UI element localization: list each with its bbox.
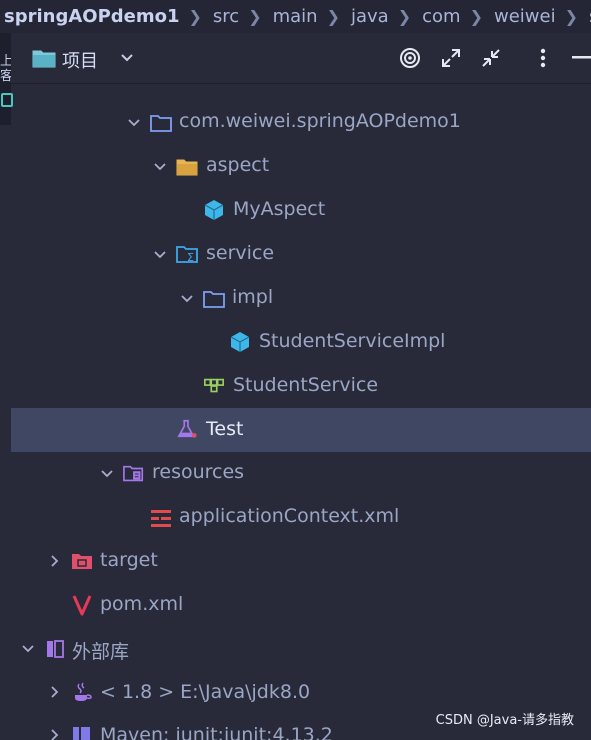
aspect-class-icon bbox=[203, 199, 225, 221]
breadcrumb-item-spr[interactable]: spr bbox=[587, 6, 591, 27]
chevron-right-icon: ❯ bbox=[248, 7, 262, 26]
maven-icon bbox=[71, 594, 93, 616]
tree-row-external-libraries[interactable]: 外部库 bbox=[11, 627, 591, 671]
breadcrumb-item-java[interactable]: java bbox=[349, 6, 389, 27]
chevron-right-icon: ❯ bbox=[188, 7, 202, 26]
tree-row-studentservice[interactable]: StudentService bbox=[11, 364, 591, 408]
expand-icon[interactable] bbox=[439, 46, 463, 70]
chevron-right-icon: ❯ bbox=[397, 7, 412, 26]
chevron-right-icon[interactable] bbox=[47, 684, 63, 700]
folder-icon bbox=[32, 48, 56, 72]
tree-label: StudentServiceImpl bbox=[259, 330, 446, 352]
breadcrumb-item-src[interactable]: src bbox=[211, 6, 239, 27]
package-folder-icon bbox=[150, 112, 172, 134]
collapse-icon[interactable] bbox=[479, 46, 503, 70]
tree-row-impl[interactable]: impl bbox=[11, 277, 591, 321]
svg-text:Σ: Σ bbox=[187, 251, 194, 264]
tree-label: Maven: junit:junit:4.13.2 bbox=[100, 724, 333, 740]
breadcrumb-item-main[interactable]: main bbox=[271, 6, 318, 27]
chevron-down-icon[interactable] bbox=[126, 115, 142, 131]
chevron-right-icon: ❯ bbox=[564, 7, 578, 26]
chevron-right-icon[interactable] bbox=[47, 727, 63, 740]
more-icon[interactable] bbox=[531, 46, 555, 70]
tree-label: 外部库 bbox=[72, 641, 130, 663]
resources-folder-icon bbox=[123, 463, 145, 485]
chevron-right-icon[interactable] bbox=[47, 553, 63, 569]
chevron-down-icon[interactable] bbox=[152, 247, 168, 263]
chevron-down-icon[interactable] bbox=[179, 291, 195, 307]
tree-row-test[interactable]: Test bbox=[11, 408, 591, 452]
tree-row-package[interactable]: com.weiwei.springAOPdemo1 bbox=[11, 101, 591, 145]
tree-label: applicationContext.xml bbox=[179, 505, 400, 527]
tree-label: < 1.8 > E:\Java\jdk8.0 bbox=[100, 681, 311, 703]
breadcrumb-item-project[interactable]: springAOPdemo1 bbox=[0, 6, 180, 27]
tree-row-pom[interactable]: pom.xml bbox=[11, 583, 591, 627]
breadcrumb-item-weiwei[interactable]: weiwei bbox=[492, 6, 556, 27]
chevron-down-icon[interactable] bbox=[20, 641, 36, 657]
minimize-icon[interactable] bbox=[569, 46, 591, 70]
left-tool-strip: 上 客 bbox=[0, 33, 13, 125]
chevron-down-icon[interactable] bbox=[120, 51, 134, 67]
tree-label: resources bbox=[152, 461, 245, 483]
tree-row-service[interactable]: Σ service bbox=[11, 233, 591, 277]
tree-row-myaspect[interactable]: MyAspect bbox=[11, 189, 591, 233]
service-folder-icon: Σ bbox=[176, 244, 198, 266]
tree-label: impl bbox=[232, 286, 274, 308]
tree-label: MyAspect bbox=[233, 198, 326, 220]
xml-file-icon bbox=[150, 507, 172, 529]
folder-icon bbox=[176, 156, 198, 178]
tree-row-applicationcontext[interactable]: applicationContext.xml bbox=[11, 496, 591, 540]
tree-label: pom.xml bbox=[100, 593, 184, 615]
interface-icon bbox=[203, 375, 225, 397]
chevron-right-icon: ❯ bbox=[469, 7, 483, 26]
project-panel-header: 项目 bbox=[11, 33, 591, 84]
tree-label: service bbox=[206, 242, 275, 264]
target-icon[interactable] bbox=[398, 46, 422, 70]
folder-icon bbox=[203, 288, 225, 310]
tree-row-studentserviceimpl[interactable]: StudentServiceImpl bbox=[11, 320, 591, 364]
tree-label: target bbox=[100, 549, 158, 571]
chevron-down-icon[interactable] bbox=[152, 159, 168, 175]
target-folder-icon bbox=[71, 551, 93, 573]
class-icon bbox=[229, 331, 251, 353]
tree-label: aspect bbox=[206, 154, 270, 176]
tree-label: StudentService bbox=[233, 374, 379, 396]
watermark: CSDN @Java-请多指教 bbox=[435, 713, 574, 728]
tree-label: Test bbox=[206, 418, 244, 440]
jdk-icon bbox=[71, 681, 93, 703]
breadcrumb: springAOPdemo1 ❯ src ❯ main ❯ java ❯ com… bbox=[0, 0, 591, 33]
maven-library-icon bbox=[71, 724, 93, 740]
breadcrumb-item-com[interactable]: com bbox=[420, 6, 460, 27]
chevron-right-icon: ❯ bbox=[326, 7, 340, 26]
test-flask-icon bbox=[176, 418, 198, 440]
panel-title[interactable]: 项目 bbox=[62, 47, 98, 73]
chevron-down-icon[interactable] bbox=[99, 466, 115, 482]
tree-row-resources[interactable]: resources bbox=[11, 452, 591, 496]
tree-label: com.weiwei.springAOPdemo1 bbox=[179, 110, 461, 132]
tree-row-target[interactable]: target bbox=[11, 540, 591, 584]
tree-row-aspect[interactable]: aspect bbox=[11, 145, 591, 189]
library-icon bbox=[45, 638, 67, 660]
